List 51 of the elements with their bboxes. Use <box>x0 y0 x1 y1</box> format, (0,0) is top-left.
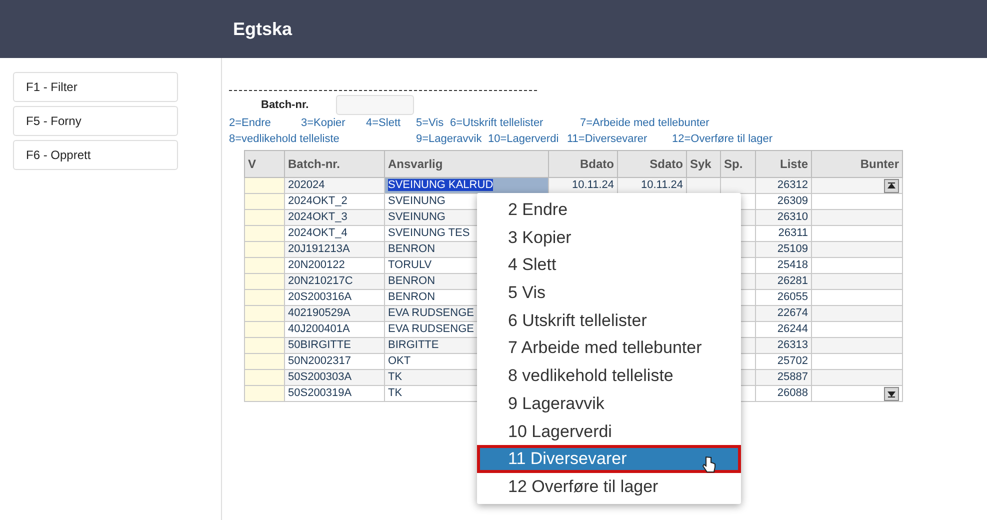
function-key-button[interactable]: F6 - Opprett <box>13 140 178 170</box>
table-cell: 26281 <box>756 274 812 290</box>
legend-text: 12=Overføre til lager <box>672 133 774 147</box>
table-cell: 50S200303A <box>284 370 384 386</box>
function-key-button[interactable]: F1 - Filter <box>13 72 178 102</box>
scroll-down-icon[interactable] <box>884 386 899 400</box>
scroll-up-icon[interactable] <box>884 178 899 192</box>
legend-text: 4=Slett <box>366 117 402 131</box>
legend-text: 3=Kopier <box>301 117 346 131</box>
table-cell: 26313 <box>756 338 812 354</box>
table-cell: 10.11.24 <box>618 178 686 194</box>
table-cell: 50BIRGITTE <box>284 338 384 354</box>
table-cell: 20N210217C <box>284 274 384 290</box>
legend-text: 8=vedlikehold telleliste <box>229 133 340 147</box>
column-header[interactable]: Bdato <box>548 150 618 178</box>
table-cell: 22674 <box>756 306 812 322</box>
table-cell: 20J191213A <box>284 242 384 258</box>
legend-text: 2=Endre <box>229 117 272 131</box>
legend-text: 11=Diversevarer <box>567 133 648 147</box>
column-header[interactable]: Batch-nr. <box>284 150 384 178</box>
table-cell: 10.11.24 <box>548 178 618 194</box>
column-header[interactable]: Sdato <box>618 150 686 178</box>
legend-text: 9=Lageravvik <box>416 133 483 147</box>
table-cell: 50S200319A <box>284 386 384 402</box>
legend-text: 10=Lagerverdi <box>488 133 560 147</box>
table-cell: 202024 <box>284 178 384 194</box>
hand-cursor-icon <box>702 456 716 474</box>
column-header[interactable]: Ansvarlig <box>384 150 548 178</box>
column-header[interactable]: Bunter <box>812 150 902 178</box>
legend-text: 7=Arbeide med tellebunter <box>580 117 710 131</box>
column-header[interactable]: Syk <box>686 150 720 178</box>
table-cell: 26310 <box>756 210 812 226</box>
table-cell: 26088 <box>756 386 812 402</box>
page-title: Egtska <box>233 18 292 40</box>
table-cell: 26312 <box>756 178 812 194</box>
legend-text: 5=Vis <box>416 117 445 131</box>
menu-item[interactable]: 12 Overføre til lager <box>477 472 741 501</box>
column-header[interactable]: Liste <box>756 150 812 178</box>
column-header[interactable]: Sp. <box>720 150 756 178</box>
menu-item[interactable]: 11 Diversevarer <box>477 445 741 473</box>
table-cell: 402190529A <box>284 306 384 322</box>
table-cell: SVEINUNG KALRUD <box>384 178 548 194</box>
field-label: Batch-nr. <box>261 99 310 111</box>
table-cell: 25887 <box>756 370 812 386</box>
legend-text: 6=Utskrift tellelister <box>450 117 544 131</box>
function-key-button[interactable]: F5 - Forny <box>13 106 178 136</box>
table-cell: 25109 <box>756 242 812 258</box>
column-header[interactable]: V <box>244 150 284 178</box>
batch-input-field[interactable] <box>336 95 414 115</box>
menu-item[interactable]: 10 Lagerverdi <box>477 418 741 446</box>
table-cell: 2024OKT_3 <box>284 210 384 226</box>
